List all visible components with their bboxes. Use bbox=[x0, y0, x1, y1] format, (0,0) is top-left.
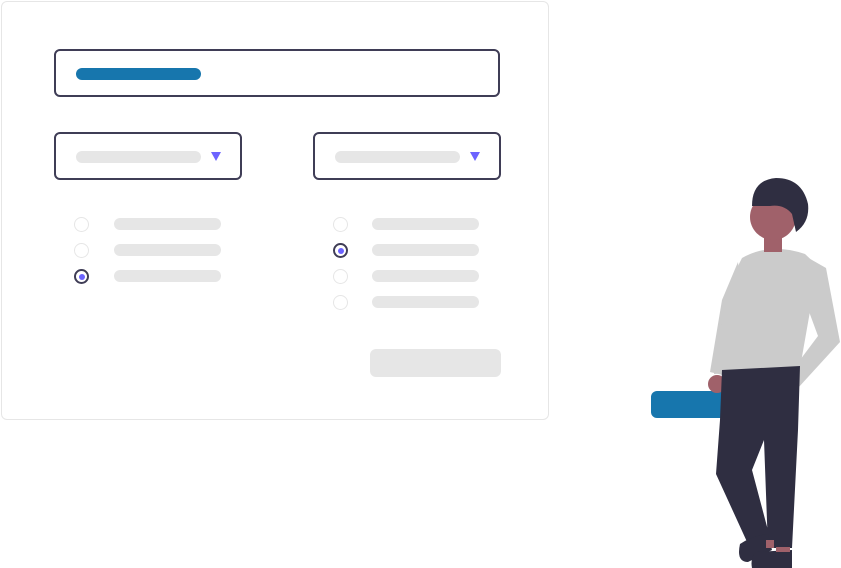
person-illustration bbox=[651, 178, 840, 568]
legs bbox=[716, 366, 800, 548]
illustration-scene bbox=[0, 0, 841, 568]
held-card bbox=[651, 391, 731, 418]
right-shoe bbox=[751, 550, 792, 568]
ankle bbox=[766, 540, 774, 548]
ankle bbox=[776, 547, 790, 552]
